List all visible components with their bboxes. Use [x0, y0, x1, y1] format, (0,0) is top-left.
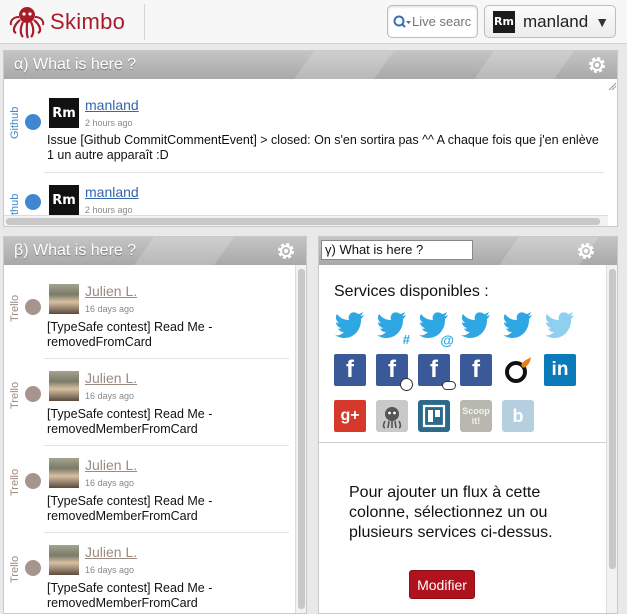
column-title-input[interactable]: γ) What is here ? [321, 240, 473, 260]
facebook-icon[interactable]: f [334, 354, 366, 386]
twitter-hashtag-icon[interactable]: # [376, 309, 410, 347]
column-gamma: γ) What is here ? Services disponibles :… [318, 236, 618, 614]
item-timestamp: 16 days ago [85, 391, 135, 401]
service-label: Trello [9, 468, 21, 496]
twitter-user-icon[interactable] [502, 309, 534, 341]
facebook-group-icon[interactable]: f [418, 354, 456, 390]
item-user-link[interactable]: manland [85, 184, 139, 200]
scoopit-icon[interactable]: Scoop it! [460, 400, 492, 432]
avatar [49, 284, 79, 314]
user-menu-button[interactable]: Rm manland ▼ [484, 5, 616, 38]
timeline-dot [25, 473, 41, 489]
avatar: Rm [49, 98, 79, 128]
feed-item[interactable]: Trello Julien L. 16 days ago [TypeSafe c… [4, 533, 294, 613]
timeline-dot [25, 299, 41, 315]
chevron-down-icon: ▼ [595, 13, 610, 30]
services-divider [319, 442, 607, 443]
app-name: Skimbo [50, 9, 126, 34]
column-beta: β) What is here ? Trello Julien L. 16 da… [3, 236, 307, 614]
column-header[interactable]: γ) What is here ? [319, 237, 617, 265]
twitter-lists-icon[interactable] [460, 309, 492, 341]
feed-item[interactable]: Trello Julien L. 16 days ago [TypeSafe c… [4, 359, 294, 446]
item-text: removedMemberFromCard [47, 596, 198, 610]
smiley-badge-icon [400, 378, 413, 391]
search-icon[interactable] [392, 13, 412, 31]
item-timestamp: 16 days ago [85, 304, 135, 314]
instructions-text: plusieurs services ci-dessus. [349, 524, 553, 541]
octopus-logo-icon [9, 7, 45, 39]
mention-badge: @ [440, 332, 454, 348]
item-timestamp: 16 days ago [85, 565, 135, 575]
feed-item[interactable]: Trello Julien L. 16 days ago [TypeSafe c… [4, 272, 294, 359]
search-box[interactable] [387, 5, 478, 38]
gear-icon[interactable] [586, 54, 608, 76]
gear-icon[interactable] [275, 240, 297, 262]
twitter-search-icon[interactable] [544, 309, 576, 341]
timeline-dot [25, 114, 41, 130]
item-timestamp: 2 hours ago [85, 118, 133, 128]
item-user-link[interactable]: manland [85, 97, 139, 113]
group-badge-icon [442, 381, 456, 390]
google-plus-icon[interactable]: g+ [334, 400, 366, 432]
twitter-mentions-icon[interactable]: @ [418, 309, 454, 348]
column-title: α) What is here ? [14, 56, 137, 73]
feed-item[interactable]: Github Rm manland 2 hours ago Issue [Git… [4, 81, 604, 171]
item-timestamp: 16 days ago [85, 478, 135, 488]
trello-icon[interactable] [418, 400, 450, 432]
item-text: Issue [Github CommitCommentEvent] > clos… [47, 133, 599, 162]
service-label: Github [9, 106, 21, 139]
avatar [49, 545, 79, 575]
facebook-friend-icon[interactable]: f [376, 354, 413, 391]
service-label: Trello [9, 381, 21, 409]
timeline-dot [25, 560, 41, 576]
github-icon[interactable] [376, 400, 408, 432]
user-name: manland [523, 11, 589, 31]
linkedin-icon[interactable]: in [544, 354, 576, 386]
search-input[interactable] [412, 14, 472, 29]
vertical-scrollbar[interactable] [295, 265, 306, 613]
viadeo-icon[interactable] [502, 354, 534, 386]
item-timestamp: 2 hours ago [85, 205, 133, 215]
item-user-link[interactable]: Julien L. [85, 544, 137, 560]
twitter-icon[interactable] [334, 309, 366, 341]
column-header[interactable]: α) What is here ? [4, 51, 617, 79]
avatar [49, 458, 79, 488]
vertical-scrollbar[interactable] [606, 265, 617, 613]
item-text: removedFromCard [47, 335, 152, 349]
column-title: β) What is here ? [14, 242, 137, 259]
item-user-link[interactable]: Julien L. [85, 370, 137, 386]
item-user-link[interactable]: Julien L. [85, 283, 137, 299]
item-text: removedMemberFromCard [47, 422, 198, 436]
tumblr-icon[interactable]: b [502, 400, 534, 432]
instructions-text: Pour ajouter un flux à cette [349, 484, 541, 501]
services-heading: Services disponibles : [334, 283, 489, 300]
avatar: Rm [49, 185, 79, 215]
item-text: [TypeSafe contest] Read Me - [47, 407, 213, 421]
hashtag-badge: # [402, 332, 410, 347]
column-header[interactable]: β) What is here ? [4, 237, 306, 265]
item-text: [TypeSafe contest] Read Me - [47, 581, 213, 595]
modify-button[interactable]: Modifier [409, 570, 475, 599]
horizontal-scrollbar[interactable] [4, 215, 608, 226]
item-user-link[interactable]: Julien L. [85, 457, 137, 473]
resize-handle-icon[interactable] [607, 81, 617, 91]
top-bar: Skimbo Rm manland ▼ [0, 0, 627, 44]
item-text: [TypeSafe contest] Read Me - [47, 320, 213, 334]
timeline-dot [25, 386, 41, 402]
gear-icon[interactable] [575, 240, 597, 262]
logo[interactable]: Skimbo [8, 3, 125, 41]
service-label: Trello [9, 555, 21, 583]
user-avatar: Rm [493, 10, 515, 33]
facebook-page-icon[interactable]: f [460, 354, 492, 386]
header-divider [144, 4, 145, 40]
item-text: removedMemberFromCard [47, 509, 198, 523]
service-label: Trello [9, 294, 21, 322]
instructions-text: colonne, sélectionnez un ou [349, 504, 548, 521]
item-text: [TypeSafe contest] Read Me - [47, 494, 213, 508]
feed-item[interactable]: Trello Julien L. 16 days ago [TypeSafe c… [4, 446, 294, 533]
avatar [49, 371, 79, 401]
timeline-dot [25, 194, 41, 210]
column-alpha: α) What is here ? Github Rm manland 2 ho… [3, 50, 618, 227]
